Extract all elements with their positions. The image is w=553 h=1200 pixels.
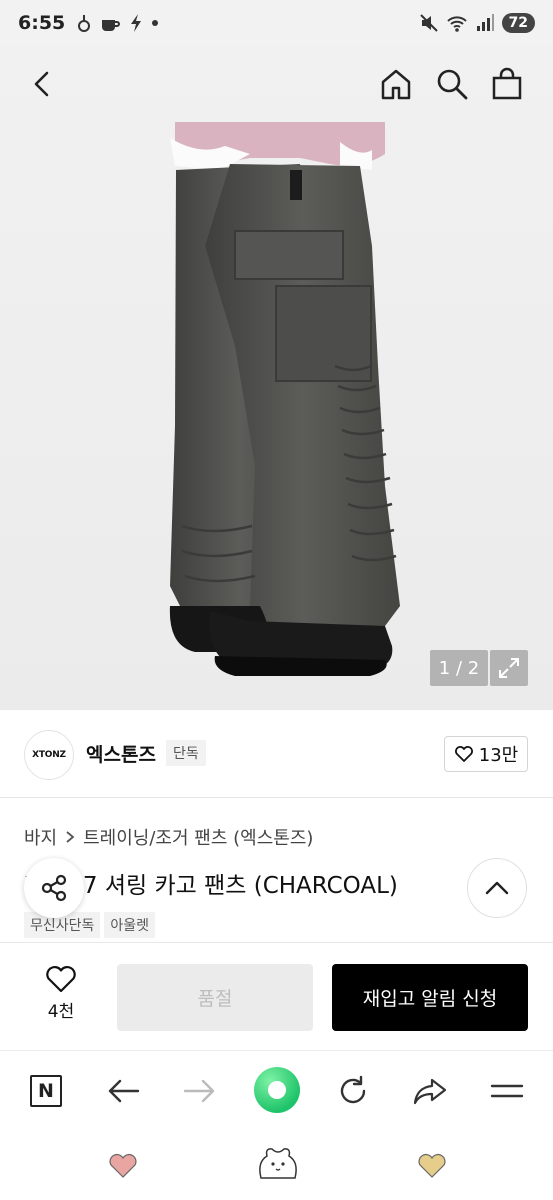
yellow-heart-button[interactable]: [410, 1146, 454, 1186]
menu-button[interactable]: [485, 1069, 529, 1113]
battery-indicator: 72: [501, 13, 535, 33]
bolt-icon: [131, 14, 142, 32]
dot-icon: [152, 20, 159, 26]
notification-icon: [78, 15, 91, 32]
green-dot-button[interactable]: [254, 1067, 300, 1113]
coffee-icon: [102, 20, 121, 31]
browser-toolbar: N: [0, 1050, 553, 1128]
status-bar: 6:55 72: [0, 0, 553, 46]
search-icon: [437, 69, 468, 100]
search-button[interactable]: [432, 64, 472, 104]
mute-icon: [419, 14, 438, 32]
chevron-right-icon: [66, 831, 75, 843]
home-icon: [381, 69, 411, 100]
bottom-shortcut-bar: [0, 1128, 553, 1200]
brand-logo[interactable]: XTONZ: [24, 730, 74, 780]
green-dot-icon: [254, 1067, 300, 1113]
image-counter: 1 / 2: [430, 650, 488, 686]
brand-name[interactable]: 엑스톤즈: [86, 740, 156, 767]
back-button[interactable]: [22, 64, 62, 104]
restock-alert-button[interactable]: 재입고 알림 신청: [332, 964, 528, 1031]
pants-illustration: [169, 122, 400, 676]
purchase-bar: 4천 품절 재입고 알림 신청: [0, 942, 553, 1050]
status-time: 6:55: [18, 12, 66, 34]
breadcrumb-sub[interactable]: 트레이닝/조거 팬츠 (엑스톤즈): [83, 824, 313, 850]
wishlist-button[interactable]: 4천: [30, 965, 92, 1022]
menu-icon: [490, 1084, 524, 1098]
brand-like-button[interactable]: 13만: [444, 736, 528, 772]
bear-button[interactable]: [254, 1142, 302, 1186]
cart-button[interactable]: [487, 64, 527, 104]
pink-heart-button[interactable]: [101, 1146, 145, 1186]
product-image[interactable]: [0, 46, 553, 710]
browser-back-button[interactable]: [101, 1069, 145, 1113]
scroll-top-button[interactable]: [467, 858, 527, 918]
status-notification-icons: [77, 13, 159, 33]
naver-n-icon: N: [30, 1075, 62, 1107]
signal-icon: [476, 14, 494, 31]
breadcrumb: 바지 트레이닝/조거 팬츠 (엑스톤즈): [24, 824, 313, 850]
bear-icon: [259, 1148, 297, 1179]
soldout-button[interactable]: 품절: [117, 964, 313, 1031]
pink-heart-icon: [109, 1153, 137, 1178]
refresh-button[interactable]: [331, 1069, 375, 1113]
refresh-icon: [340, 1075, 366, 1104]
top-navigation: [0, 46, 553, 122]
yellow-heart-icon: [418, 1153, 446, 1178]
share-page-button[interactable]: [408, 1069, 452, 1113]
share-icon: [41, 874, 67, 902]
browser-forward-button[interactable]: [178, 1069, 222, 1113]
brand-like-count: 13만: [478, 745, 519, 766]
heart-icon: [454, 746, 473, 762]
expand-icon: [499, 658, 519, 678]
wishlist-count: 4천: [47, 1002, 75, 1022]
shopping-bag-icon: [492, 67, 522, 100]
status-system-icons: 72: [419, 13, 535, 33]
arrow-left-icon: [108, 1079, 140, 1103]
heart-icon: [46, 966, 76, 993]
wifi-icon: [446, 16, 467, 32]
breadcrumb-root[interactable]: 바지: [24, 824, 57, 850]
home-button[interactable]: [376, 64, 416, 104]
chevron-up-icon: [485, 881, 509, 895]
chevron-left-icon: [34, 71, 49, 97]
expand-image-button[interactable]: [490, 650, 528, 686]
forward-share-icon: [413, 1078, 447, 1105]
share-button[interactable]: [24, 858, 84, 918]
tag-outlet: 아울렛: [104, 912, 156, 938]
exclusive-badge: 단독: [166, 740, 206, 766]
naver-home-button[interactable]: N: [24, 1069, 68, 1113]
arrow-right-icon: [183, 1079, 215, 1103]
brand-row: XTONZ 엑스톤즈 단독 13만: [0, 710, 553, 798]
